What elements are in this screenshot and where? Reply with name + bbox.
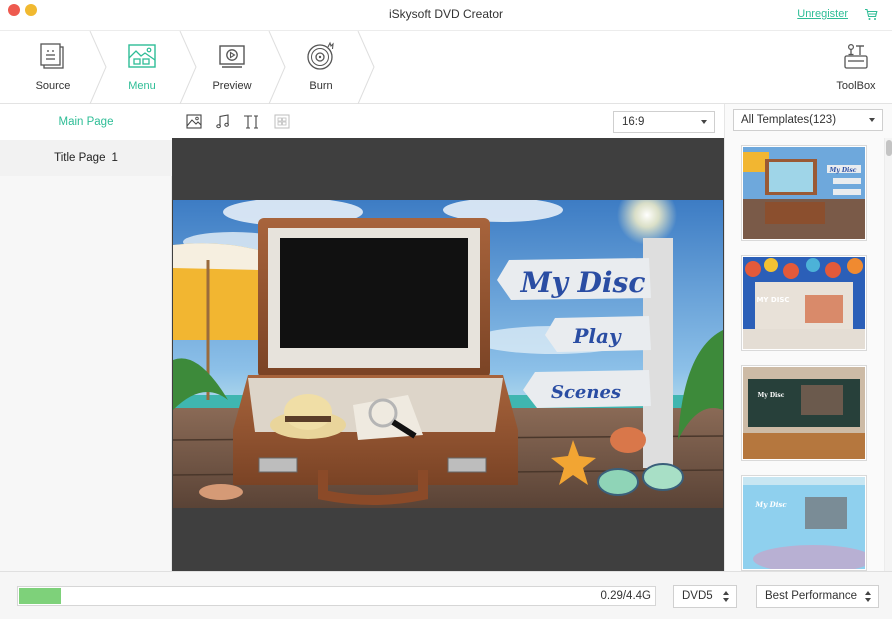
sidebar-item-label: Main Page — [58, 116, 114, 128]
step-burn[interactable]: Burn — [276, 31, 366, 104]
menu-title-text: My Disc — [520, 266, 646, 299]
chevron-down-icon — [869, 118, 875, 122]
classroom-template-image: My Disc — [743, 367, 865, 459]
template-title-text: MY DISC — [756, 296, 789, 304]
disc-type-value: DVD5 — [682, 590, 713, 602]
step-source-label: Source — [35, 80, 71, 92]
toolbox-label: ToolBox — [836, 80, 876, 92]
layout-grid-icon — [274, 114, 290, 129]
template-title-text: My Disc — [758, 392, 785, 399]
menu-preview-canvas: My Disc Play Scenes — [172, 138, 724, 571]
sidebar-item-main-page[interactable]: Main Page — [0, 104, 172, 140]
menu-preview-image: My Disc Play Scenes — [173, 200, 723, 508]
chevron-down-icon — [701, 120, 707, 124]
shopping-cart-icon[interactable] — [864, 8, 878, 21]
page-sidebar: Main Page Title Page 1 — [0, 104, 172, 571]
unregister-link[interactable]: Unregister — [797, 8, 848, 20]
menu-play-button[interactable]: Play — [572, 324, 622, 348]
app-title: iSkysoft DVD Creator — [388, 7, 504, 21]
menu-scenes-button[interactable]: Scenes — [551, 382, 621, 403]
document-icon — [40, 43, 64, 69]
template-category-select[interactable]: All Templates(123) — [733, 109, 883, 131]
quality-select[interactable]: Best Performance — [756, 585, 879, 608]
template-thumbnail-beach[interactable]: My Disc — [741, 145, 867, 241]
app-window: iSkysoft DVD Creator Unregister Source M… — [0, 0, 892, 619]
beach-template-image: My Disc — [743, 147, 865, 239]
template-title-text: My Disc — [754, 500, 787, 509]
title-bar: iSkysoft DVD Creator Unregister — [0, 0, 892, 30]
underwater-template-image: My Disc — [743, 477, 865, 569]
step-source[interactable]: Source — [8, 31, 98, 104]
disc-usage-fill — [19, 588, 61, 604]
template-thumbnail-classroom[interactable]: My Disc — [741, 365, 867, 461]
aspect-ratio-value: 16:9 — [622, 116, 645, 128]
aspect-ratio-select[interactable]: 16:9 — [613, 111, 715, 133]
toolbox-button[interactable]: ToolBox — [830, 31, 882, 104]
templates-panel: All Templates(123) My Disc MY DISC My Di… — [724, 104, 892, 571]
step-menu[interactable]: Menu — [97, 31, 187, 104]
sidebar-item-label: Title Page — [54, 152, 106, 164]
birthday-template-image: MY DISC — [743, 257, 865, 349]
template-thumbnail-underwater[interactable]: My Disc — [741, 475, 867, 571]
sidebar-item-count: 1 — [111, 152, 118, 164]
templates-scrollbar-thumb[interactable] — [886, 140, 892, 156]
step-preview-label: Preview — [212, 80, 252, 92]
updown-arrows-icon — [723, 591, 729, 602]
template-category-value: All Templates(123) — [741, 114, 837, 126]
disc-usage-text: 0.29/4.4G — [600, 590, 651, 602]
quality-value: Best Performance — [765, 590, 858, 602]
disc-usage-bar: 0.29/4.4G — [17, 586, 656, 606]
sidebar-item-title-page[interactable]: Title Page 1 — [0, 140, 172, 176]
toolbox-icon — [844, 43, 868, 69]
status-bar: 0.29/4.4G DVD5 Best Performance — [0, 571, 892, 619]
workflow-toolbar: Source Menu Preview Burn ToolBox — [0, 30, 892, 104]
preview-play-icon — [219, 45, 245, 68]
menu-image-icon — [128, 44, 156, 68]
templates-scrollbar[interactable] — [884, 138, 892, 571]
template-thumbnail-birthday[interactable]: MY DISC — [741, 255, 867, 351]
music-icon[interactable] — [215, 114, 231, 129]
text-icon[interactable] — [243, 114, 259, 129]
step-burn-label: Burn — [309, 80, 333, 92]
burn-disc-icon — [307, 41, 334, 70]
editor-toolbar: 16:9 — [172, 104, 724, 138]
step-menu-label: Menu — [128, 80, 156, 92]
beach-scene: My Disc Play Scenes — [173, 200, 723, 508]
updown-arrows-icon — [865, 591, 871, 602]
template-title-text: My Disc — [829, 167, 857, 174]
step-preview[interactable]: Preview — [187, 31, 277, 104]
background-image-icon[interactable] — [186, 114, 202, 129]
disc-type-select[interactable]: DVD5 — [673, 585, 737, 608]
